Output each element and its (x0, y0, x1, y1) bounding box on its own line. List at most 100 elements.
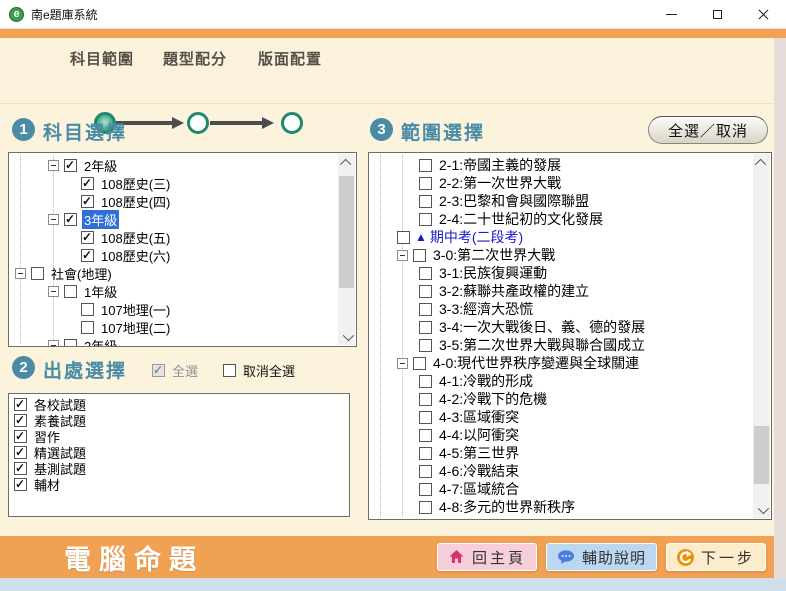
scroll-up-icon[interactable] (338, 154, 355, 171)
range-tree-item[interactable]: ▲期中考(二段考) (369, 228, 753, 246)
range-tree-item[interactable]: 3-3:經濟大恐慌 (369, 300, 753, 318)
item-checkbox[interactable] (81, 177, 94, 190)
collapse-minus-icon[interactable] (397, 358, 408, 369)
item-label[interactable]: 3-0:第二次世界大戰 (431, 245, 557, 265)
scroll-down-icon[interactable] (338, 328, 355, 345)
range-tree-item[interactable]: 3-4:一次大戰後日、義、德的發展 (369, 318, 753, 336)
collapse-minus-icon[interactable] (48, 286, 59, 297)
range-tree-item[interactable]: 4-0:現代世界秩序變遷與全球關連 (369, 354, 753, 372)
item-label[interactable]: 4-4:以阿衝突 (437, 425, 521, 445)
item-checkbox[interactable] (419, 483, 432, 496)
item-checkbox[interactable] (419, 285, 432, 298)
item-label[interactable]: 4-1:冷戰的形成 (437, 371, 535, 391)
item-checkbox[interactable] (14, 430, 27, 443)
item-checkbox[interactable] (419, 177, 432, 190)
item-label[interactable]: 3-3:經濟大恐慌 (437, 299, 535, 319)
collapse-minus-icon[interactable] (48, 340, 59, 348)
subject-tree-item[interactable]: 108歷史(六) (9, 246, 338, 264)
item-checkbox[interactable] (413, 357, 426, 370)
deselect-all-option[interactable]: 取消全選 (223, 361, 295, 380)
subject-tree-item[interactable]: 2年級 (9, 336, 338, 347)
item-checkbox[interactable] (419, 213, 432, 226)
item-checkbox[interactable] (31, 267, 44, 280)
item-checkbox[interactable] (419, 501, 432, 514)
subject-tree-item[interactable]: 社會(地理) (9, 264, 338, 282)
item-checkbox[interactable] (14, 446, 27, 459)
item-checkbox[interactable] (419, 465, 432, 478)
deselect-all-checkbox[interactable] (223, 364, 236, 377)
item-label[interactable]: 4-0:現代世界秩序變遷與全球關連 (431, 353, 641, 373)
item-checkbox[interactable] (419, 267, 432, 280)
item-label[interactable]: 4-6:冷戰結束 (437, 461, 521, 481)
item-label[interactable]: 4-8:多元的世界新秩序 (437, 497, 577, 517)
subject-tree-item[interactable]: 108歷史(三) (9, 174, 338, 192)
range-tree-item[interactable]: 3-0:第二次世界大戰 (369, 246, 753, 264)
item-label[interactable]: 社會(地理) (49, 264, 114, 283)
item-checkbox[interactable] (64, 213, 77, 226)
select-all-toggle-button[interactable]: 全選／取消 (648, 116, 768, 144)
collapse-minus-icon[interactable] (397, 250, 408, 261)
range-tree-item[interactable]: 2-2:第一次世界大戰 (369, 174, 753, 192)
subject-tree-item[interactable]: 107地理(一) (9, 300, 338, 318)
item-checkbox[interactable] (14, 478, 27, 491)
close-button[interactable] (740, 0, 786, 28)
item-checkbox[interactable] (14, 462, 27, 475)
item-checkbox[interactable] (419, 339, 432, 352)
item-label[interactable]: 107地理(一) (99, 300, 172, 319)
item-checkbox[interactable] (419, 429, 432, 442)
item-label[interactable]: 4-5:第三世界 (437, 443, 521, 463)
item-checkbox[interactable] (419, 195, 432, 208)
item-label[interactable]: 4-3:區域衝突 (437, 407, 521, 427)
item-checkbox[interactable] (419, 159, 432, 172)
item-label[interactable]: 3-2:蘇聯共產政權的建立 (437, 281, 591, 301)
item-checkbox[interactable] (81, 321, 94, 334)
subject-tree-item[interactable]: 107地理(二) (9, 318, 338, 336)
item-label[interactable]: 107地理(二) (99, 318, 172, 337)
item-label[interactable]: 3-5:第二次世界大戰與聯合國成立 (437, 335, 647, 355)
item-checkbox[interactable] (14, 414, 27, 427)
item-checkbox[interactable] (64, 285, 77, 298)
item-label[interactable]: 2-1:帝國主義的發展 (437, 155, 563, 175)
item-label[interactable]: 108歷史(六) (99, 246, 172, 265)
select-all-checkbox[interactable] (152, 364, 165, 377)
range-tree-item[interactable]: 4-2:冷戰下的危機 (369, 390, 753, 408)
subject-tree-scrollbar[interactable] (338, 154, 355, 345)
item-label[interactable]: 2年級 (82, 156, 119, 175)
item-label[interactable]: 輔材 (32, 475, 62, 494)
item-label[interactable]: 3-1:民族復興運動 (437, 263, 549, 283)
scroll-up-icon[interactable] (753, 154, 770, 171)
range-tree-item[interactable]: 4-8:多元的世界新秩序 (369, 498, 753, 516)
item-checkbox[interactable] (64, 159, 77, 172)
range-tree-item[interactable]: 4-5:第三世界 (369, 444, 753, 462)
item-checkbox[interactable] (64, 339, 77, 348)
scrollbar-thumb[interactable] (339, 176, 354, 288)
range-tree-item[interactable]: 3-5:第二次世界大戰與聯合國成立 (369, 336, 753, 354)
home-button[interactable]: 回主頁 (437, 543, 537, 571)
item-checkbox[interactable] (419, 393, 432, 406)
item-checkbox[interactable] (81, 231, 94, 244)
item-checkbox[interactable] (419, 447, 432, 460)
range-tree-item[interactable]: 4-3:區域衝突 (369, 408, 753, 426)
item-label[interactable]: 2-3:巴黎和會與國際聯盟 (437, 191, 591, 211)
range-tree-item[interactable]: 3-2:蘇聯共產政權的建立 (369, 282, 753, 300)
range-tree-item[interactable]: 4-7:區域統合 (369, 480, 753, 498)
item-label[interactable]: 期中考(二段考) (428, 227, 525, 247)
minimize-button[interactable] (648, 0, 694, 28)
item-label[interactable]: 108歷史(五) (99, 228, 172, 247)
item-label[interactable]: 108歷史(四) (99, 192, 172, 211)
item-checkbox[interactable] (81, 249, 94, 262)
help-button[interactable]: 輔助說明 (546, 543, 657, 571)
next-step-button[interactable]: 下一步 (666, 543, 766, 571)
collapse-minus-icon[interactable] (15, 268, 26, 279)
item-checkbox[interactable] (419, 321, 432, 334)
item-label[interactable]: 2-4:二十世紀初的文化發展 (437, 209, 605, 229)
item-label[interactable]: 4-2:冷戰下的危機 (437, 389, 549, 409)
scrollbar-thumb[interactable] (754, 426, 769, 484)
item-label[interactable]: 2-2:第一次世界大戰 (437, 173, 563, 193)
range-tree-item[interactable]: 4-6:冷戰結束 (369, 462, 753, 480)
item-checkbox[interactable] (419, 303, 432, 316)
range-tree-item[interactable]: 3-1:民族復興運動 (369, 264, 753, 282)
scroll-down-icon[interactable] (753, 501, 770, 518)
source-list-item[interactable]: 輔材 (12, 476, 347, 492)
item-checkbox[interactable] (397, 231, 410, 244)
